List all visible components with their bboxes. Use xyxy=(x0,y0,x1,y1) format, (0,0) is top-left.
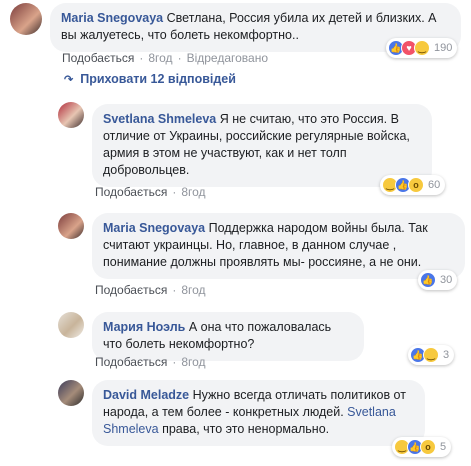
avatar[interactable] xyxy=(10,3,42,35)
chevron-up-icon: ↷ xyxy=(64,73,74,86)
timestamp[interactable]: 8год xyxy=(181,283,205,297)
reaction-count: 5 xyxy=(440,441,447,453)
avatar[interactable] xyxy=(58,213,84,239)
comment-bubble: Svetlana Shmeleva Я не считаю, что это Р… xyxy=(92,104,432,187)
reply: Мария Ноэль А она что пожаловалась что б… xyxy=(58,312,364,361)
reaction-summary[interactable]: 👍 30 xyxy=(418,270,458,290)
wow-icon: o xyxy=(408,177,424,193)
haha-icon: ‿ xyxy=(423,347,439,363)
reaction-count: 30 xyxy=(440,274,453,286)
edited-label[interactable]: Відредаговано xyxy=(187,51,268,65)
comment-author[interactable]: Мария Ноэль xyxy=(103,320,185,334)
comment-author[interactable]: Maria Snegovaya xyxy=(61,11,163,25)
reaction-summary[interactable]: ‿ 👍 o 5 xyxy=(392,437,452,457)
comment-bubble: David Meladze Нужно всегда отличать поли… xyxy=(92,380,425,446)
comment-bubble: Мария Ноэль А она что пожаловалась что б… xyxy=(92,312,364,361)
reaction-count: 60 xyxy=(428,179,441,191)
comment-actions: Подобається · 8год xyxy=(95,355,206,369)
comment-author[interactable]: Svetlana Shmeleva xyxy=(103,112,216,126)
avatar[interactable] xyxy=(58,312,84,338)
reply: Svetlana Shmeleva Я не считаю, что это Р… xyxy=(58,102,432,187)
reaction-count: 3 xyxy=(443,349,450,361)
reaction-count: 190 xyxy=(434,42,453,54)
reaction-summary[interactable]: 👍 ‿ 3 xyxy=(408,345,455,365)
timestamp[interactable]: 8год xyxy=(148,51,172,65)
comment-text-after: права, что это ненормально. xyxy=(158,422,330,436)
timestamp[interactable]: 8год xyxy=(181,355,205,369)
avatar[interactable] xyxy=(58,380,84,406)
comment-actions: Подобається · 8год xyxy=(95,283,206,297)
haha-icon: ‿ xyxy=(414,40,430,56)
hide-replies-link[interactable]: ↷ Приховати 12 відповідей xyxy=(64,72,236,86)
avatar[interactable] xyxy=(58,102,84,128)
comment-author[interactable]: David Meladze xyxy=(103,388,189,402)
comment-bubble: Maria Snegovaya Поддержка народом войны … xyxy=(92,213,465,279)
comment-author[interactable]: Maria Snegovaya xyxy=(103,221,205,235)
like-link[interactable]: Подобається xyxy=(95,283,167,297)
like-icon: 👍 xyxy=(420,272,436,288)
like-link[interactable]: Подобається xyxy=(95,185,167,199)
timestamp[interactable]: 8год xyxy=(181,185,205,199)
comment-actions: Подобається · 8год xyxy=(95,185,206,199)
reaction-summary[interactable]: 👍 ♥ ‿ 190 xyxy=(386,38,458,58)
like-link[interactable]: Подобається xyxy=(62,51,134,65)
reaction-summary[interactable]: ‿ 👍 o 60 xyxy=(380,175,446,195)
like-link[interactable]: Подобається xyxy=(95,355,167,369)
reply: David Meladze Нужно всегда отличать поли… xyxy=(58,380,425,446)
hide-replies-label: Приховати 12 відповідей xyxy=(80,72,236,86)
comment-actions: Подобається · 8год · Відредаговано xyxy=(62,51,268,65)
reply: Maria Snegovaya Поддержка народом войны … xyxy=(58,213,465,279)
wow-icon: o xyxy=(420,439,436,455)
